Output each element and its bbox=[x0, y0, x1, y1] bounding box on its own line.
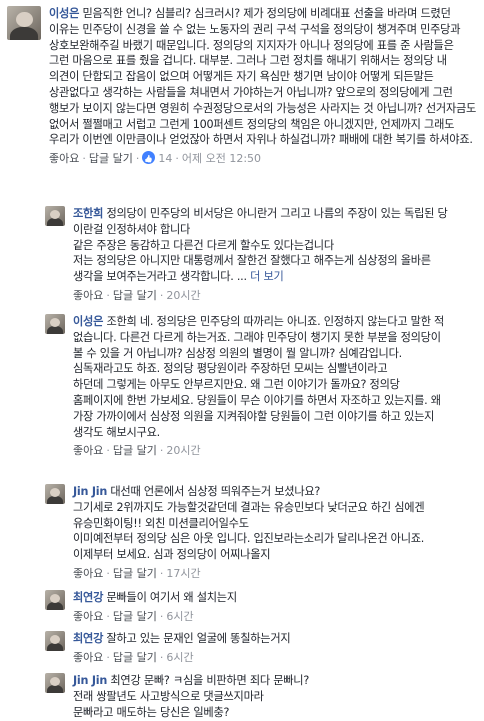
reply-button[interactable]: 답글 달기 bbox=[89, 152, 133, 165]
avatar[interactable] bbox=[7, 6, 41, 40]
comment-author[interactable]: Jin Jin bbox=[73, 485, 107, 498]
like-button[interactable]: 좋아요 bbox=[49, 152, 79, 165]
like-button[interactable]: 좋아요 bbox=[73, 444, 103, 457]
timestamp[interactable]: 6시간 bbox=[166, 651, 193, 664]
timestamp[interactable]: 어제 오전 12:50 bbox=[182, 152, 261, 165]
avatar[interactable] bbox=[45, 314, 65, 334]
comment-text: 조한희 정의당이 민주당의 비서당은 아니란거 그리고 나름의 주장이 있는 독… bbox=[73, 206, 451, 285]
timestamp[interactable]: 17시간 bbox=[166, 567, 200, 580]
comment-author[interactable]: Jin Jin bbox=[73, 674, 107, 687]
avatar[interactable] bbox=[45, 590, 65, 610]
reply-comment: 최연강 잘하고 있는 문재인 얼굴에 똥칠하는거지 좋아요 · 답글 달기 · 6시간 bbox=[45, 631, 477, 665]
like-reaction-icon[interactable] bbox=[142, 151, 156, 165]
reply-comment: Jin Jin 대선때 언론에서 심상정 띄워주는거 보셨나요? 그기세로 2위… bbox=[45, 484, 477, 581]
reply-comment: 조한희 정의당이 민주당의 비서당은 아니란거 그리고 나름의 주장이 있는 독… bbox=[45, 206, 477, 303]
comment-text: 이성은 조한희 네. 정의당은 민주당의 따까리는 아니죠. 인정하지 않는다고… bbox=[73, 314, 451, 440]
comment-body: 잘하고 있는 문재인 얼굴에 똥칠하는거지 bbox=[106, 632, 291, 645]
comment-actions: 좋아요 · 답글 달기 · 6시간 bbox=[73, 650, 194, 664]
reply-comment: 이성은 조한희 네. 정의당은 민주당의 따까리는 아니죠. 인정하지 않는다고… bbox=[45, 314, 477, 458]
comment-author[interactable]: 최연강 bbox=[73, 632, 103, 645]
comment-text: 최연강 잘하고 있는 문재인 얼굴에 똥칠하는거지 bbox=[73, 631, 451, 647]
reply-button[interactable]: 답글 달기 bbox=[113, 651, 157, 664]
comment-actions: 좋아요 · 답글 달기 · 20시간 bbox=[73, 444, 201, 458]
comment-text: 이성은 믿음직한 언니? 심블리? 심크러시? 제가 정의당에 비례대표 선출을… bbox=[49, 6, 477, 148]
reply-button[interactable]: 답글 달기 bbox=[113, 444, 157, 457]
like-button[interactable]: 좋아요 bbox=[73, 610, 103, 623]
avatar[interactable] bbox=[45, 673, 65, 693]
avatar[interactable] bbox=[45, 631, 65, 651]
comment-body: 문빠들이 여기서 왜 설치는지 bbox=[106, 591, 237, 604]
comment-author[interactable]: 최연강 bbox=[73, 591, 103, 604]
see-more-link[interactable]: 더 보기 bbox=[250, 270, 284, 283]
avatar[interactable] bbox=[45, 484, 65, 504]
reaction-count[interactable]: 14 bbox=[158, 152, 172, 165]
comment-actions: 좋아요 · 답글 달기 · 20시간 bbox=[73, 288, 201, 302]
timestamp[interactable]: 20시간 bbox=[166, 444, 200, 457]
comment-text: 최연강 문빠들이 여기서 왜 설치는지 bbox=[73, 590, 451, 606]
reply-comment: 최연강 문빠들이 여기서 왜 설치는지 좋아요 · 답글 달기 · 6시간 bbox=[45, 590, 477, 624]
reply-comment: Jin Jin 최연강 문빠? ㅋ심을 비판하면 죄다 문빠니? 전래 쌍팔년도… bbox=[45, 673, 477, 720]
comment-author[interactable]: 이성은 bbox=[73, 315, 103, 328]
avatar[interactable] bbox=[45, 206, 65, 226]
like-button[interactable]: 좋아요 bbox=[73, 651, 103, 664]
like-button[interactable]: 좋아요 bbox=[73, 289, 103, 302]
comment: 이성은 믿음직한 언니? 심블리? 심크러시? 제가 정의당에 비례대표 선출을… bbox=[7, 6, 477, 166]
comment-body: 대선때 언론에서 심상정 띄워주는거 보셨나요? 그기세로 2위까지도 가능할것… bbox=[73, 485, 425, 562]
like-button[interactable]: 좋아요 bbox=[73, 567, 103, 580]
comment-text: Jin Jin 최연강 문빠? ㅋ심을 비판하면 죄다 문빠니? 전래 쌍팔년도… bbox=[73, 673, 451, 720]
reply-button[interactable]: 답글 달기 bbox=[113, 567, 157, 580]
reply-button[interactable]: 답글 달기 bbox=[113, 289, 157, 302]
comment-body: 최연강 문빠? ㅋ심을 비판하면 죄다 문빠니? 전래 쌍팔년도 사고방식으로 … bbox=[73, 674, 310, 719]
comment-author[interactable]: 조한희 bbox=[73, 207, 103, 220]
comment-author[interactable]: 이성은 bbox=[49, 7, 79, 20]
timestamp[interactable]: 6시간 bbox=[166, 610, 193, 623]
comment-actions: 좋아요 · 답글 달기 · 6시간 bbox=[73, 609, 194, 623]
timestamp[interactable]: 20시간 bbox=[166, 289, 200, 302]
comment-body: 조한희 네. 정의당은 민주당의 따까리는 아니죠. 인정하지 않는다고 말한 … bbox=[73, 315, 445, 439]
reply-button[interactable]: 답글 달기 bbox=[113, 610, 157, 623]
comment-thread: 이성은 믿음직한 언니? 심블리? 심크러시? 제가 정의당에 비례대표 선출을… bbox=[0, 0, 484, 721]
comment-actions: 좋아요 · 답글 달기 · 17시간 bbox=[73, 566, 201, 580]
comment-body: 믿음직한 언니? 심블리? 심크러시? 제가 정의당에 비례대표 선출을 바라며… bbox=[49, 7, 480, 147]
comment-text: Jin Jin 대선때 언론에서 심상정 띄워주는거 보셨나요? 그기세로 2위… bbox=[73, 484, 451, 563]
comment-actions: 좋아요·답글 달기·14·어제 오전 12:50 bbox=[49, 151, 477, 166]
